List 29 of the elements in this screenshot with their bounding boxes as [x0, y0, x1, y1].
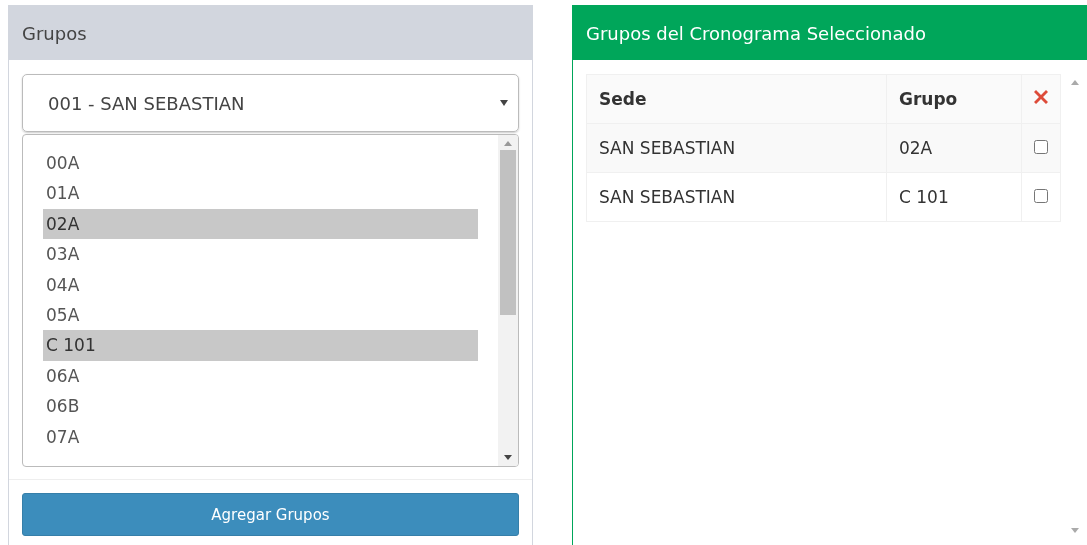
- table-cell: SAN SEBASTIAN: [586, 172, 887, 222]
- column-header: Grupo: [886, 74, 1022, 124]
- add-groups-button[interactable]: Agregar Grupos: [22, 493, 519, 536]
- list-item[interactable]: 04A: [43, 269, 478, 300]
- table-cell: SAN SEBASTIAN: [586, 123, 887, 173]
- list-item[interactable]: C 101: [43, 330, 478, 361]
- list-item[interactable]: 06B: [43, 391, 478, 422]
- groups-listbox[interactable]: 00A 01A 02A 03A 04A 05A C 101 06A 06B 07A: [22, 134, 519, 467]
- scroll-up-icon[interactable]: [504, 141, 512, 146]
- sede-select[interactable]: 001 - SAN SEBASTIAN: [22, 74, 519, 132]
- scroll-down-icon[interactable]: [504, 455, 512, 460]
- table-cell: C 101: [886, 172, 1022, 222]
- list-item[interactable]: 05A: [43, 299, 478, 331]
- panel-title: Grupos: [22, 22, 87, 44]
- table-cell: 02A: [886, 123, 1022, 173]
- list-item[interactable]: 03A: [43, 239, 478, 270]
- column-header: Sede: [586, 74, 887, 124]
- row-checkbox[interactable]: [1034, 189, 1048, 203]
- list-item[interactable]: 06A: [43, 360, 478, 392]
- list-item[interactable]: 02A: [43, 208, 478, 240]
- scrollbar[interactable]: [498, 135, 518, 466]
- panel-title: Grupos del Cronograma Seleccionado: [586, 22, 926, 44]
- row-checkbox[interactable]: [1034, 140, 1048, 154]
- list-item[interactable]: 00A: [43, 148, 478, 179]
- list-item[interactable]: 01A: [43, 178, 478, 209]
- caret-icon: [500, 100, 508, 106]
- scroll-up-icon[interactable]: [1071, 80, 1079, 85]
- delete-icon[interactable]: [1032, 88, 1050, 106]
- list-item[interactable]: 07A: [43, 421, 478, 452]
